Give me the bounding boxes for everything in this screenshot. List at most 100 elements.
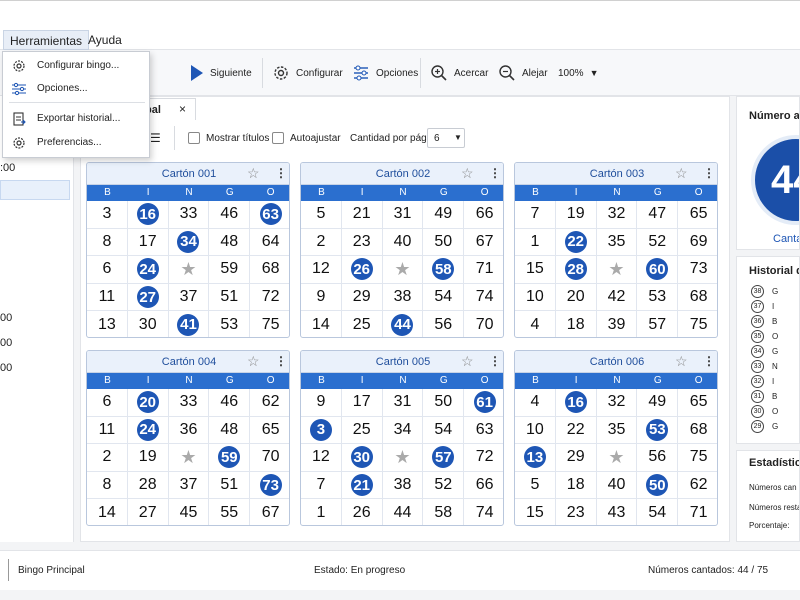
bingo-card[interactable]: Cartón 005 ☆ ⋮ B I N G O 9 17 31 50 61 3 25 34 54 63 12 30 ★…	[300, 350, 504, 526]
star-icon[interactable]: ☆	[675, 353, 688, 370]
marked-number[interactable]: 26	[341, 256, 383, 284]
card-number[interactable]: 71	[678, 499, 717, 525]
configure-button[interactable]: Configurar	[272, 60, 343, 86]
card-number[interactable]: 17	[127, 228, 169, 257]
more-options-icon[interactable]: ⋮	[489, 354, 501, 368]
bingo-card[interactable]: Cartón 006 ☆ ⋮ B I N G O 4 16 32 49 65 10 22 35 53 68 13 29…	[514, 350, 718, 526]
card-number[interactable]: 63	[464, 417, 503, 445]
more-options-icon[interactable]: ⋮	[703, 166, 715, 180]
card-number[interactable]: 75	[678, 444, 717, 472]
marked-number[interactable]: 59	[209, 444, 251, 472]
card-number[interactable]: 56	[637, 444, 679, 472]
menu-item-opciones[interactable]: Opciones...	[3, 78, 149, 100]
card-number[interactable]: 53	[637, 283, 679, 312]
card-number[interactable]: 15	[515, 256, 556, 284]
card-number[interactable]: 48	[209, 416, 251, 445]
card-number[interactable]: 28	[127, 471, 169, 500]
card-number[interactable]: 29	[555, 444, 597, 472]
card-number[interactable]: 64	[250, 229, 289, 257]
free-space-star-icon[interactable]: ★	[168, 256, 210, 284]
star-icon[interactable]: ☆	[247, 165, 260, 182]
marked-number[interactable]: 41	[169, 311, 210, 337]
card-number[interactable]: 12	[301, 444, 342, 472]
card-number[interactable]: 62	[678, 472, 717, 500]
card-number[interactable]: 32	[596, 389, 638, 417]
card-number[interactable]: 9	[301, 283, 342, 312]
per-page-select[interactable]: 6 ▼	[427, 128, 465, 148]
marked-number[interactable]: 24	[127, 256, 169, 284]
options-button[interactable]: Opciones	[352, 60, 418, 86]
card-number[interactable]: 19	[127, 444, 169, 472]
card-number[interactable]: 62	[250, 389, 289, 417]
card-number[interactable]: 38	[382, 283, 424, 312]
card-number[interactable]: 34	[382, 416, 424, 445]
card-number[interactable]: 69	[678, 229, 717, 257]
card-number[interactable]: 25	[341, 416, 383, 445]
card-number[interactable]: 56	[423, 311, 465, 337]
marked-number[interactable]: 28	[555, 256, 597, 284]
card-number[interactable]: 54	[423, 416, 465, 445]
card-number[interactable]: 52	[423, 471, 465, 500]
menu-item-configurar-bingo[interactable]: Configurar bingo...	[3, 55, 149, 77]
card-number[interactable]: 39	[597, 311, 638, 337]
card-number[interactable]: 33	[168, 389, 210, 417]
card-number[interactable]: 72	[464, 444, 503, 472]
card-number[interactable]: 66	[464, 472, 503, 500]
free-space-star-icon[interactable]: ★	[382, 444, 424, 472]
card-number[interactable]: 52	[637, 228, 679, 257]
marked-number[interactable]: 21	[341, 471, 383, 500]
marked-number[interactable]: 53	[637, 416, 679, 445]
marked-number[interactable]: 34	[168, 228, 210, 257]
zoom-select[interactable]: 100% ▼	[558, 60, 599, 86]
card-number[interactable]: 12	[301, 256, 342, 284]
card-number[interactable]: 38	[382, 471, 424, 500]
marked-number[interactable]: 50	[637, 471, 679, 500]
card-number[interactable]: 70	[250, 444, 289, 472]
marked-number[interactable]: 60	[637, 256, 679, 284]
next-button[interactable]: Siguiente	[190, 60, 252, 86]
card-number[interactable]: 73	[678, 256, 717, 284]
card-number[interactable]: 66	[464, 201, 503, 229]
menu-item-exportar-historial[interactable]: Exportar historial...	[3, 108, 149, 130]
card-number[interactable]: 25	[342, 311, 383, 337]
card-number[interactable]: 8	[87, 228, 128, 257]
card-number[interactable]: 10	[515, 416, 556, 445]
bingo-card[interactable]: Cartón 004 ☆ ⋮ B I N G O 6 20 33 46 62 11 24 36 48 65 2 19 ★…	[86, 350, 290, 526]
marked-number[interactable]: 61	[464, 389, 503, 417]
more-options-icon[interactable]: ⋮	[275, 166, 287, 180]
card-number[interactable]: 33	[168, 201, 210, 229]
card-number[interactable]: 1	[301, 499, 342, 525]
card-number[interactable]: 4	[515, 311, 556, 337]
list-view-icon[interactable]: ☰	[150, 131, 161, 145]
card-number[interactable]: 65	[250, 417, 289, 445]
marked-number[interactable]: 58	[423, 256, 465, 284]
card-number[interactable]: 42	[596, 283, 638, 312]
card-number[interactable]: 65	[678, 389, 717, 417]
card-number[interactable]: 15	[515, 499, 556, 525]
card-number[interactable]: 48	[209, 228, 251, 257]
card-number[interactable]: 5	[515, 471, 556, 500]
show-titles-checkbox[interactable]	[188, 132, 200, 144]
star-icon[interactable]: ☆	[461, 165, 474, 182]
card-number[interactable]: 10	[515, 283, 556, 312]
marked-number[interactable]: 22	[555, 228, 597, 257]
card-number[interactable]: 6	[87, 389, 128, 417]
bingo-card[interactable]: Cartón 001 ☆ ⋮ B I N G O 3 16 33 46 63 8 17 34 48 64 6 24 ★ 5…	[86, 162, 290, 338]
card-number[interactable]: 47	[637, 201, 679, 229]
card-number[interactable]: 32	[596, 201, 638, 229]
card-number[interactable]: 53	[209, 311, 251, 337]
menu-item-preferencias[interactable]: Preferencias...	[3, 132, 149, 154]
marked-number[interactable]: 27	[127, 283, 169, 312]
auto-adjust-checkbox[interactable]	[272, 132, 284, 144]
card-number[interactable]: 4	[515, 389, 556, 417]
card-number[interactable]: 17	[341, 389, 383, 417]
card-number[interactable]: 40	[382, 228, 424, 257]
marked-number[interactable]: 63	[250, 201, 289, 229]
card-number[interactable]: 59	[209, 256, 251, 284]
marked-number[interactable]: 16	[555, 389, 597, 417]
card-number[interactable]: 75	[678, 311, 717, 337]
card-number[interactable]: 46	[209, 201, 251, 229]
marked-number[interactable]: 44	[383, 311, 424, 337]
card-number[interactable]: 55	[209, 499, 251, 525]
card-number[interactable]: 54	[637, 499, 679, 525]
